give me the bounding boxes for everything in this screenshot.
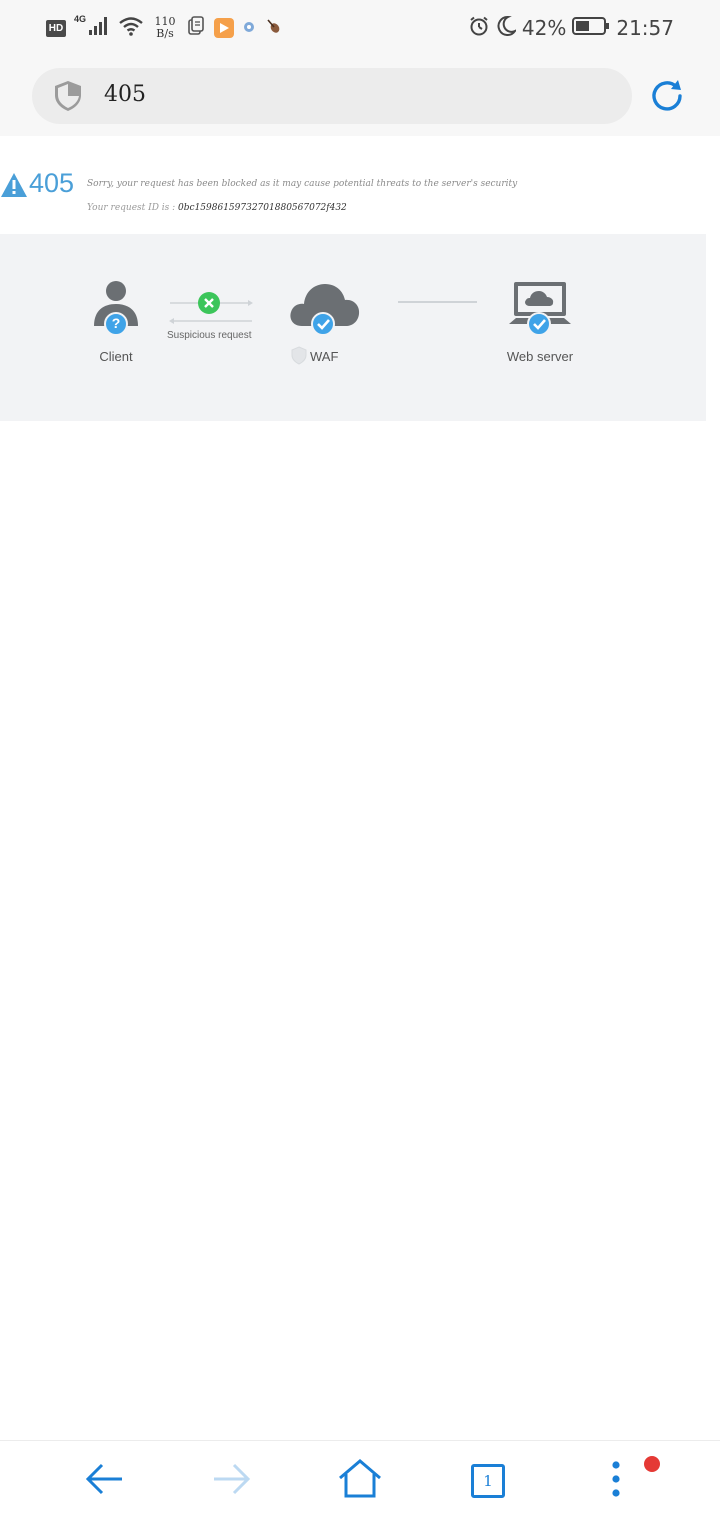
blocked-x-icon bbox=[198, 292, 220, 318]
video-app-icon bbox=[214, 18, 235, 38]
forward-button[interactable] bbox=[210, 1459, 254, 1503]
back-button[interactable] bbox=[82, 1459, 126, 1503]
hd-badge: HD bbox=[46, 19, 66, 37]
bottom-navigation: 1 bbox=[0, 1440, 720, 1520]
battery-icon bbox=[572, 16, 610, 40]
more-menu-button[interactable] bbox=[594, 1459, 638, 1503]
client-question-badge: ? bbox=[111, 315, 121, 331]
web-server-label: Web server bbox=[506, 349, 574, 364]
app-badge-icon bbox=[242, 19, 256, 38]
document-icon bbox=[186, 16, 206, 40]
network-speed: 110 B/s bbox=[152, 16, 178, 40]
status-left-group: HD 4G 110 B/s bbox=[46, 12, 284, 44]
shield-icon[interactable] bbox=[52, 79, 84, 113]
laptop-icon bbox=[508, 280, 572, 342]
violin-icon bbox=[264, 16, 284, 40]
forward-arrow-icon bbox=[212, 1459, 252, 1503]
back-arrow-icon bbox=[84, 1459, 124, 1503]
address-bar[interactable]: 405 bbox=[32, 68, 632, 124]
waf-diagram: ? Client Suspicious request WAF Web serv… bbox=[0, 234, 706, 421]
url-text[interactable]: 405 bbox=[104, 82, 146, 107]
error-code: 405 bbox=[29, 168, 75, 198]
clock: 21:57 bbox=[616, 16, 674, 40]
tab-count: 1 bbox=[483, 1472, 493, 1490]
client-icon bbox=[92, 280, 140, 342]
request-id-row: Your request ID is : 0bc1598615973270188… bbox=[87, 203, 347, 213]
waf-server-connector bbox=[398, 301, 477, 303]
wifi-icon bbox=[118, 16, 144, 40]
status-right-group: 42% 21:57 bbox=[468, 12, 674, 44]
browser-toolbar: 405 bbox=[0, 56, 720, 136]
waf-shield-icon bbox=[290, 346, 308, 369]
status-bar: HD 4G 110 B/s 42% 21:57 bbox=[0, 0, 720, 56]
client-label: Client bbox=[99, 349, 133, 364]
notification-dot bbox=[644, 1456, 660, 1472]
home-icon bbox=[338, 1458, 382, 1504]
more-icon bbox=[610, 1459, 622, 1503]
tabs-button[interactable]: 1 bbox=[466, 1459, 510, 1503]
home-button[interactable] bbox=[338, 1459, 382, 1503]
warning-icon bbox=[0, 172, 28, 198]
do-not-disturb-icon bbox=[496, 15, 518, 41]
suspicious-request-label: Suspicious request bbox=[167, 330, 252, 341]
network-speed-unit: B/s bbox=[156, 27, 174, 40]
request-id-value: 0bc15986159732701880567072f432 bbox=[178, 203, 347, 213]
error-header: 405 Sorry, your request has been blocked… bbox=[0, 168, 720, 228]
request-id-label: Your request ID is : bbox=[87, 203, 176, 213]
signal-icon bbox=[88, 16, 110, 40]
network-type: 4G bbox=[74, 14, 87, 24]
alarm-icon bbox=[468, 15, 490, 41]
reload-icon[interactable] bbox=[648, 76, 688, 116]
tabs-icon: 1 bbox=[471, 1464, 505, 1498]
battery-percent: 42% bbox=[521, 16, 567, 40]
waf-label: WAF bbox=[310, 349, 339, 364]
cloud-icon bbox=[288, 280, 362, 342]
error-message: Sorry, your request has been blocked as … bbox=[87, 179, 518, 189]
